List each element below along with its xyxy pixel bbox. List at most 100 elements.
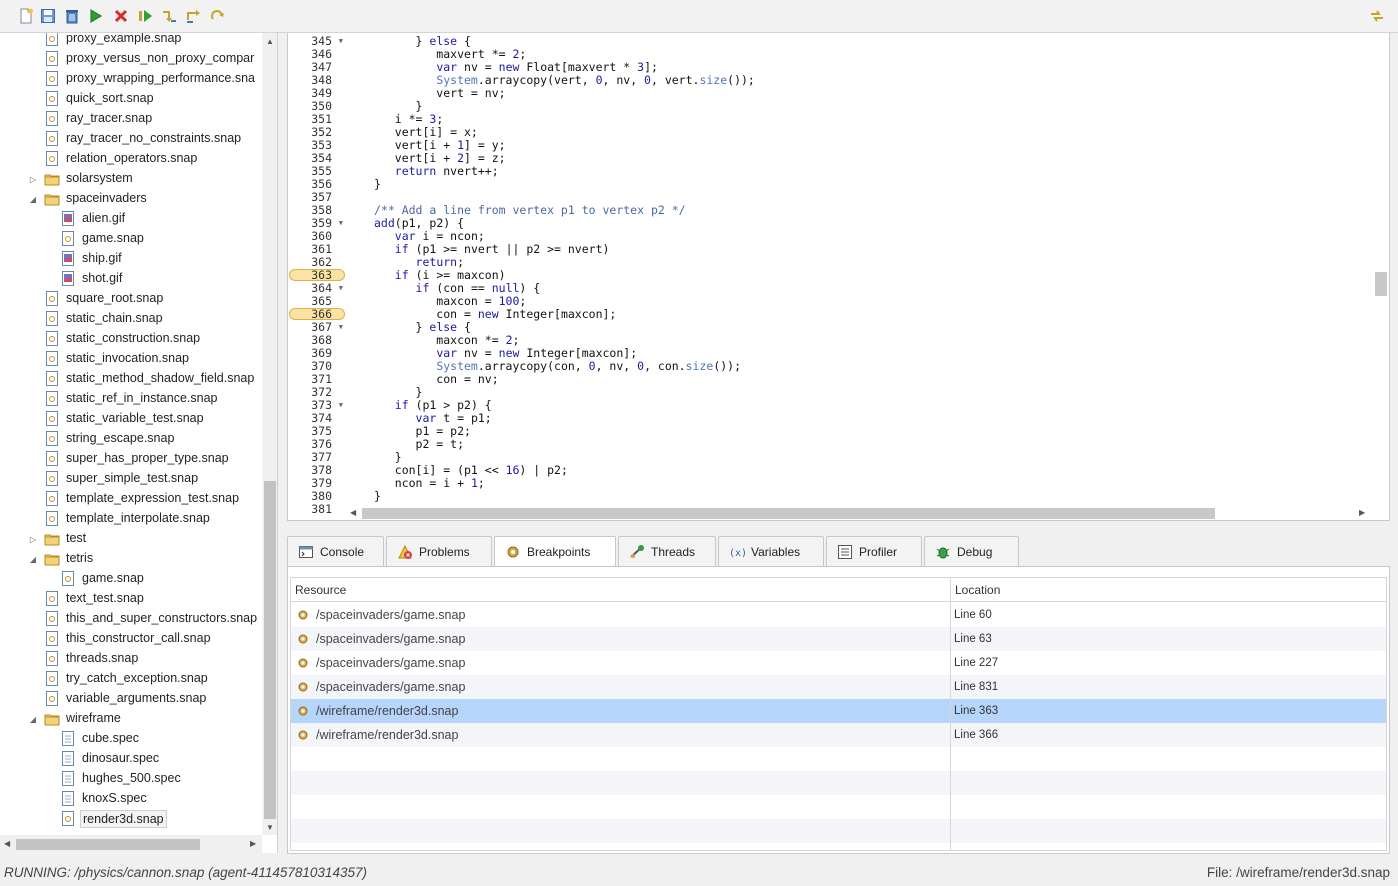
tree-file[interactable]: quick_sort.snap bbox=[0, 89, 262, 109]
tree-file[interactable]: relation_operators.snap bbox=[0, 149, 262, 169]
scroll-left-icon[interactable]: ◀ bbox=[4, 839, 10, 848]
tree-file[interactable]: game.snap bbox=[0, 569, 262, 589]
tree-file[interactable]: static_variable_test.snap bbox=[0, 409, 262, 429]
tree-file[interactable]: static_chain.snap bbox=[0, 309, 262, 329]
tree-file[interactable]: try_catch_exception.snap bbox=[0, 669, 262, 689]
code-line[interactable]: } bbox=[374, 490, 381, 503]
breakpoint-line-number[interactable]: 366 bbox=[288, 308, 346, 321]
breakpoint-line-number[interactable]: 363 bbox=[288, 269, 346, 282]
tree-file[interactable]: string_escape.snap bbox=[0, 429, 262, 449]
scroll-right-icon[interactable]: ▶ bbox=[250, 839, 256, 848]
code-line[interactable]: return nvert++; bbox=[374, 165, 499, 178]
code-line[interactable]: ncon = i + 1; bbox=[374, 477, 485, 490]
tab-profiler[interactable]: Profiler bbox=[826, 536, 922, 566]
tree-file[interactable]: game.snap bbox=[0, 229, 262, 249]
tree-file[interactable]: static_method_shadow_field.snap bbox=[0, 369, 262, 389]
step-into-button[interactable] bbox=[160, 7, 178, 25]
fold-toggle-icon[interactable]: ▼ bbox=[339, 399, 343, 412]
code-area[interactable]: } else { maxvert *= 2; var nv = new Floa… bbox=[374, 33, 1369, 505]
tree-file[interactable]: variable_arguments.snap bbox=[0, 689, 262, 709]
tree-file[interactable]: ray_tracer.snap bbox=[0, 109, 262, 129]
breakpoint-row[interactable]: /spaceinvaders/game.snap Line 60 bbox=[291, 603, 1386, 627]
tree-folder[interactable]: ◢ tetris bbox=[0, 549, 262, 569]
line-number-gutter[interactable]: 345 ▼ 346 347 348 349 350 351 352 353 354 355 356 357… bbox=[288, 33, 346, 516]
run-button[interactable] bbox=[86, 7, 104, 25]
tree-file[interactable]: render3d.snap bbox=[0, 809, 262, 829]
tree-file[interactable]: alien.gif bbox=[0, 209, 262, 229]
fold-toggle-icon[interactable]: ▼ bbox=[339, 35, 343, 48]
breakpoint-row[interactable]: /spaceinvaders/game.snap Line 63 bbox=[291, 627, 1386, 651]
tree-hscroll-thumb[interactable] bbox=[16, 839, 200, 850]
editor-scroll-thumb[interactable] bbox=[1375, 272, 1387, 296]
breakpoint-row[interactable]: /wireframe/render3d.snap Line 366 bbox=[291, 723, 1386, 747]
editor-hscroll-thumb[interactable] bbox=[362, 508, 1215, 519]
tree-file[interactable]: shot.gif bbox=[0, 269, 262, 289]
tree-file[interactable]: proxy_versus_non_proxy_compar bbox=[0, 49, 262, 69]
column-header-resource[interactable]: Resource bbox=[291, 578, 950, 602]
tab-variables[interactable]: (x)= Variables bbox=[718, 536, 824, 566]
expand-down-icon[interactable]: ◢ bbox=[28, 714, 38, 724]
tree-file[interactable]: text_test.snap bbox=[0, 589, 262, 609]
tree-file[interactable]: knoxS.spec bbox=[0, 789, 262, 809]
tree-vertical-scrollbar[interactable]: ▲ ▼ bbox=[262, 33, 277, 835]
tree-file[interactable]: hughes_500.spec bbox=[0, 769, 262, 789]
tree-file[interactable]: template_expression_test.snap bbox=[0, 489, 262, 509]
tree-folder[interactable]: ◢ wireframe bbox=[0, 709, 262, 729]
column-header-location[interactable]: Location bbox=[951, 578, 1386, 602]
tree-folder[interactable]: ▷ test bbox=[0, 529, 262, 549]
editor-vertical-scrollbar[interactable] bbox=[1372, 33, 1389, 505]
tree-file[interactable]: dinosaur.spec bbox=[0, 749, 262, 769]
tree-file[interactable]: static_ref_in_instance.snap bbox=[0, 389, 262, 409]
scroll-down-icon[interactable]: ▼ bbox=[266, 823, 274, 832]
tree-file[interactable]: static_invocation.snap bbox=[0, 349, 262, 369]
tree-file[interactable]: threads.snap bbox=[0, 649, 262, 669]
tab-breakpoints[interactable]: Breakpoints bbox=[494, 536, 616, 567]
editor-horizontal-scrollbar[interactable]: ◀ ▶ bbox=[346, 505, 1372, 520]
tree-file[interactable]: ray_tracer_no_constraints.snap bbox=[0, 129, 262, 149]
tree-file[interactable]: square_root.snap bbox=[0, 289, 262, 309]
breakpoint-row[interactable]: /wireframe/render3d.snap Line 363 bbox=[291, 699, 1386, 723]
tree-file[interactable]: template_interpolate.snap bbox=[0, 509, 262, 529]
new-file-button[interactable] bbox=[17, 7, 35, 25]
tree-file[interactable]: super_has_proper_type.snap bbox=[0, 449, 262, 469]
tree-file[interactable]: this_constructor_call.snap bbox=[0, 629, 262, 649]
tree-folder[interactable]: ▷ solarsystem bbox=[0, 169, 262, 189]
line-number[interactable]: 381 bbox=[288, 503, 346, 516]
tab-threads[interactable]: Threads bbox=[618, 536, 716, 566]
code-editor[interactable]: 345 ▼ 346 347 348 349 350 351 352 353 354 355 356 357… bbox=[287, 33, 1390, 521]
fold-toggle-icon[interactable]: ▼ bbox=[339, 282, 343, 295]
column-divider[interactable] bbox=[950, 578, 951, 850]
tree-scroll-thumb[interactable] bbox=[264, 481, 276, 819]
tree-file[interactable]: ship.gif bbox=[0, 249, 262, 269]
step-over-button[interactable] bbox=[184, 7, 202, 25]
tree-folder[interactable]: ◢ spaceinvaders bbox=[0, 189, 262, 209]
code-line[interactable]: } bbox=[374, 178, 381, 191]
tab-console[interactable]: Console bbox=[287, 536, 384, 566]
tree-file[interactable]: static_construction.snap bbox=[0, 329, 262, 349]
tab-problems[interactable]: Problems bbox=[386, 536, 492, 566]
expand-right-icon[interactable]: ▷ bbox=[28, 174, 38, 184]
tree-file[interactable]: cube.spec bbox=[0, 729, 262, 749]
breakpoint-row[interactable]: /spaceinvaders/game.snap Line 227 bbox=[291, 651, 1386, 675]
expand-down-icon[interactable]: ◢ bbox=[28, 554, 38, 564]
breakpoint-row[interactable]: /spaceinvaders/game.snap Line 831 bbox=[291, 675, 1386, 699]
delete-button[interactable] bbox=[63, 7, 81, 25]
scroll-up-icon[interactable]: ▲ bbox=[266, 37, 274, 46]
expand-down-icon[interactable]: ◢ bbox=[28, 194, 38, 204]
save-button[interactable] bbox=[39, 7, 57, 25]
tab-debug[interactable]: Debug bbox=[924, 536, 1019, 566]
stop-button[interactable] bbox=[112, 7, 130, 25]
perspective-button[interactable] bbox=[1368, 7, 1386, 25]
step-return-button[interactable] bbox=[208, 7, 226, 25]
scroll-right-icon[interactable]: ▶ bbox=[1359, 508, 1365, 517]
fold-toggle-icon[interactable]: ▼ bbox=[339, 321, 343, 334]
expand-right-icon[interactable]: ▷ bbox=[28, 534, 38, 544]
fold-toggle-icon[interactable]: ▼ bbox=[339, 217, 343, 230]
tree-horizontal-scrollbar[interactable]: ◀ ▶ bbox=[0, 835, 262, 853]
tree-file[interactable]: super_simple_test.snap bbox=[0, 469, 262, 489]
tree-file[interactable]: proxy_wrapping_performance.sna bbox=[0, 69, 262, 89]
tree-file[interactable]: proxy_example.snap bbox=[0, 33, 262, 49]
tree-file[interactable]: this_and_super_constructors.snap bbox=[0, 609, 262, 629]
scroll-left-icon[interactable]: ◀ bbox=[350, 508, 356, 517]
resume-button[interactable] bbox=[136, 7, 154, 25]
